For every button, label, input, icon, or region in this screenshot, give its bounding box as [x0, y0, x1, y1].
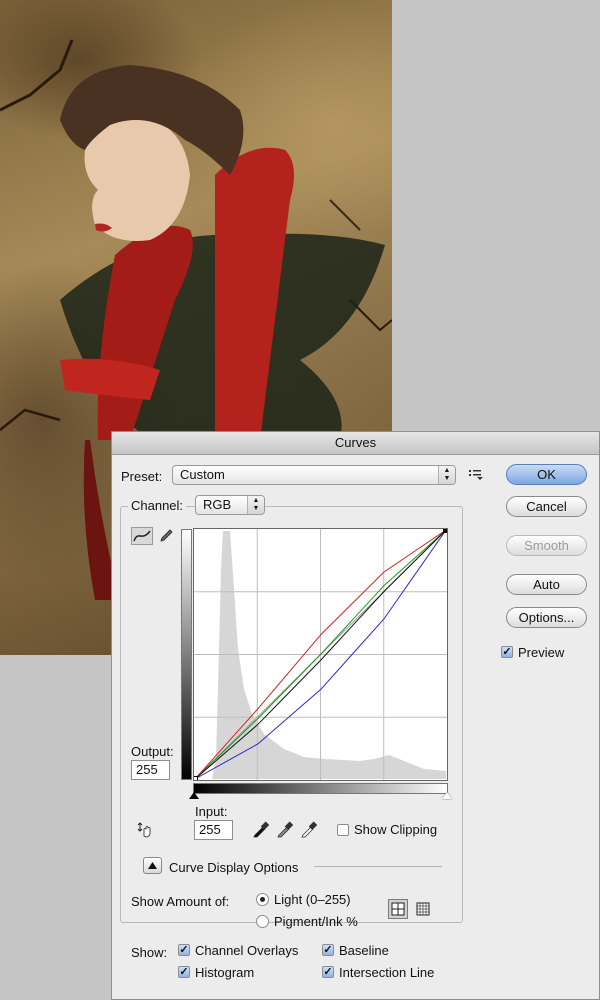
- grid-10-icon[interactable]: [414, 900, 432, 918]
- preset-label: Preset:: [121, 469, 163, 484]
- curves-graph[interactable]: [192, 527, 449, 782]
- channel-select[interactable]: RGB ▲ ▼: [195, 495, 265, 515]
- smooth-button[interactable]: Smooth: [506, 535, 587, 556]
- channel-label: Channel:: [128, 498, 187, 513]
- light-label: Light (0–255): [274, 892, 351, 907]
- popup-arrows-icon: ▲ ▼: [438, 466, 455, 484]
- light-radio[interactable]: [256, 893, 269, 906]
- channel-overlays-checkbox[interactable]: ✓: [178, 944, 190, 956]
- ok-button[interactable]: OK: [506, 464, 587, 485]
- channel-overlays-label: Channel Overlays: [195, 943, 299, 958]
- on-image-adjust-icon[interactable]: [136, 822, 152, 838]
- grid-4-icon[interactable]: [388, 899, 408, 919]
- divider: [314, 866, 442, 867]
- show-clipping-checkbox[interactable]: [337, 824, 349, 836]
- cancel-button[interactable]: Cancel: [506, 496, 587, 517]
- baseline-checkbox[interactable]: ✓: [322, 944, 334, 956]
- show-clipping-label: Show Clipping: [354, 822, 438, 837]
- curves-graph-svg[interactable]: [192, 527, 449, 782]
- popup-arrows-icon: ▲ ▼: [247, 496, 264, 514]
- curves-dialog: Curves Preset: Custom ▲ ▼ OK Cancel Smoot…: [111, 431, 600, 1000]
- curve-point-white: [443, 527, 449, 533]
- output-label: Output:: [131, 744, 174, 759]
- preview-label: Preview: [518, 645, 565, 660]
- output-field[interactable]: 255: [131, 760, 170, 780]
- show-amount-label: Show Amount of:: [131, 894, 230, 909]
- input-field[interactable]: 255: [194, 820, 233, 840]
- pigment-label: Pigment/Ink %: [274, 914, 358, 929]
- curve-display-options-label: Curve Display Options: [169, 860, 299, 875]
- preview-checkbox[interactable]: ✓: [501, 646, 513, 658]
- pigment-radio[interactable]: [256, 915, 269, 928]
- preset-select[interactable]: Custom ▲ ▼: [172, 465, 456, 485]
- black-point-slider[interactable]: [189, 792, 199, 799]
- dialog-title: Curves: [112, 432, 599, 455]
- pencil-icon[interactable]: [158, 528, 174, 544]
- show-label: Show:: [131, 945, 168, 960]
- list-menu-icon[interactable]: [468, 467, 484, 481]
- preset-value: Custom: [180, 467, 225, 482]
- white-point-eyedropper-icon[interactable]: [300, 820, 318, 838]
- white-point-slider[interactable]: [442, 792, 452, 799]
- disclosure-triangle-icon[interactable]: [143, 857, 162, 874]
- input-gradient-bar: [193, 783, 448, 794]
- baseline-label: Baseline: [339, 943, 389, 958]
- histogram-checkbox[interactable]: ✓: [178, 966, 190, 978]
- output-gradient-bar: [181, 529, 192, 780]
- curve-point-black: [192, 776, 198, 782]
- histogram-label: Histogram: [195, 965, 255, 980]
- gray-point-eyedropper-icon[interactable]: [276, 820, 294, 838]
- intersection-line-checkbox[interactable]: ✓: [322, 966, 334, 978]
- options-button[interactable]: Options...: [506, 607, 587, 628]
- channel-value: RGB: [203, 497, 232, 512]
- black-point-eyedropper-icon[interactable]: [252, 820, 270, 838]
- auto-button[interactable]: Auto: [506, 574, 587, 595]
- curve-tool-icon[interactable]: [131, 527, 153, 545]
- intersection-line-label: Intersection Line: [339, 965, 435, 980]
- input-label: Input:: [195, 804, 228, 819]
